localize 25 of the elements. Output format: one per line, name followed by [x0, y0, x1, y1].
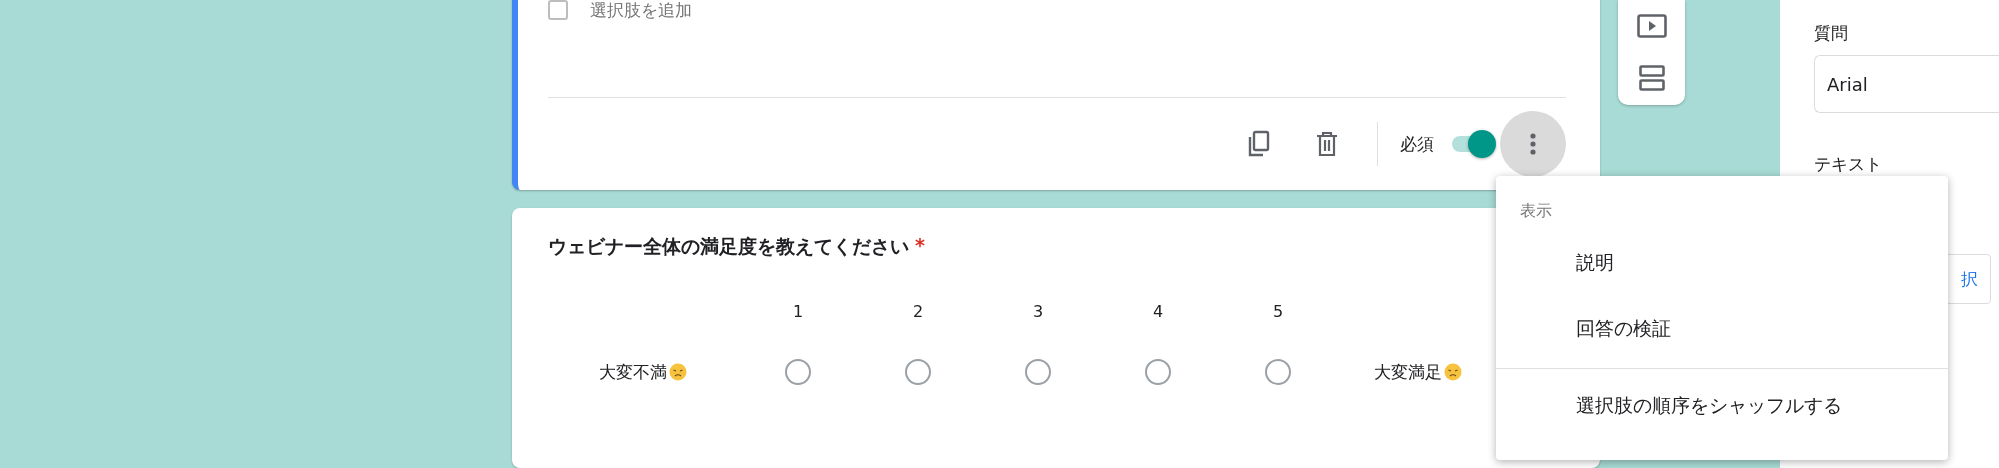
video-icon[interactable]: [1636, 13, 1667, 38]
scale-number: 5: [1272, 302, 1284, 321]
section-icon[interactable]: [1638, 65, 1665, 92]
menu-header: 表示: [1519, 199, 1553, 222]
sad-face-icon: [669, 363, 687, 381]
add-option-text[interactable]: 選択肢を追加: [590, 0, 692, 22]
menu-item[interactable]: 選択肢の順序をシャッフルする: [1496, 373, 1948, 439]
required-mark: *: [915, 234, 925, 258]
min-label: 大変不満: [599, 360, 667, 384]
radio-button[interactable]: [1145, 359, 1171, 385]
radio-button[interactable]: [905, 359, 931, 385]
scale-number: 4: [1152, 302, 1164, 321]
question-label: 質問: [1814, 22, 1849, 45]
radio-button[interactable]: [1265, 359, 1291, 385]
text-label: テキスト: [1814, 153, 1883, 176]
radio-button[interactable]: [785, 359, 811, 385]
max-label: 大変満足: [1374, 360, 1442, 384]
radio-button[interactable]: [1025, 359, 1051, 385]
required-label: 必須: [1400, 132, 1434, 156]
checkbox[interactable]: [548, 0, 568, 20]
question-title: ウェビナー全体の満足度を教えてください: [548, 234, 909, 259]
scale-number: 2: [912, 302, 924, 321]
scale-number: 1: [792, 302, 804, 321]
scale-number: 3: [1032, 302, 1044, 321]
font-field[interactable]: Arial: [1814, 55, 1999, 113]
